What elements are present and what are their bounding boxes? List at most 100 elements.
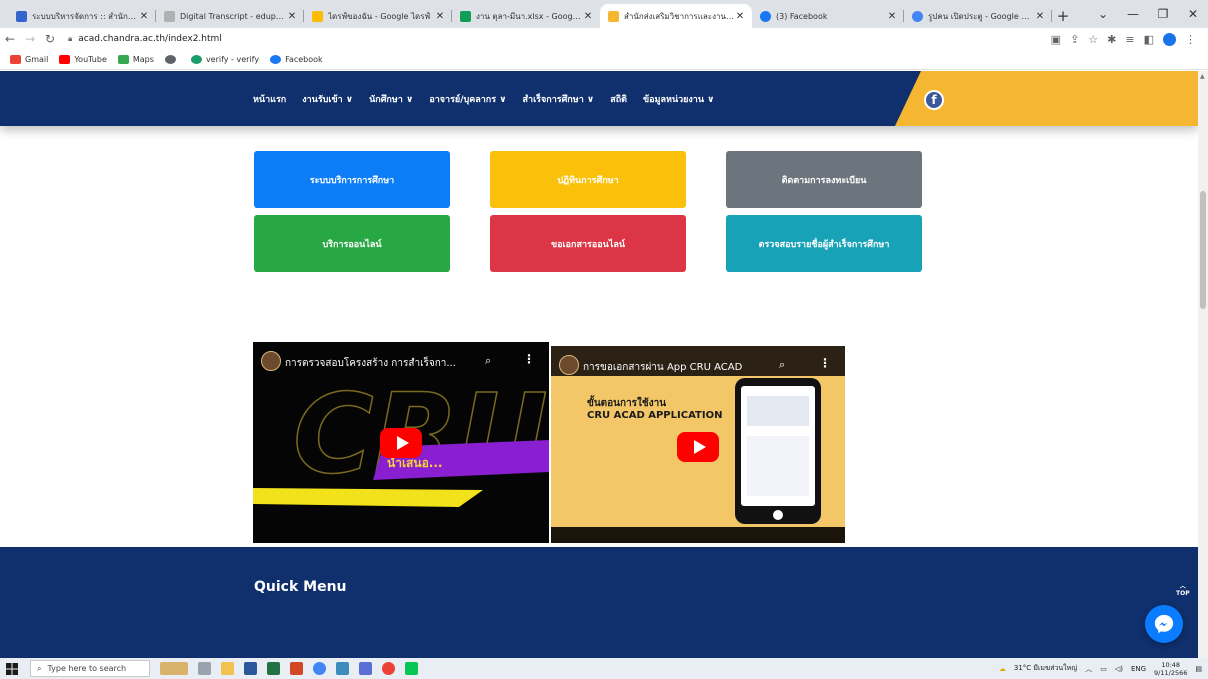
line-icon[interactable] bbox=[405, 662, 418, 675]
tab-favicon-icon bbox=[16, 10, 27, 22]
app-icon[interactable] bbox=[336, 662, 349, 675]
bookmark-verify[interactable]: verify - verify bbox=[190, 55, 259, 64]
online-document-request-button[interactable]: ขอเอกสารออนไลน์ bbox=[490, 215, 686, 272]
close-icon[interactable]: ✕ bbox=[582, 11, 594, 22]
word-icon[interactable] bbox=[244, 662, 257, 675]
education-service-button[interactable]: ระบบบริการการศึกษา bbox=[254, 151, 450, 208]
back-icon[interactable]: ← bbox=[0, 32, 20, 46]
menu-kebab-icon[interactable]: ⋮ bbox=[1185, 33, 1196, 46]
scrollbar-thumb[interactable] bbox=[1200, 191, 1206, 309]
maps-icon bbox=[117, 55, 129, 64]
volume-icon[interactable]: ◁) bbox=[1115, 665, 1123, 673]
more-options-icon[interactable]: ⋮ bbox=[819, 356, 831, 370]
extensions-puzzle-icon[interactable]: ✱ bbox=[1107, 33, 1116, 46]
video-player-structure[interactable]: CRU การตรวจสอบโครงสร้าง การสำเร็จกา... ⌕… bbox=[253, 342, 549, 543]
nav-students[interactable]: นักศึกษา ∨ bbox=[369, 92, 413, 106]
side-panel-icon[interactable]: ◧ bbox=[1144, 33, 1154, 46]
tab-bar: ระบบบริหารจัดการ :: สำนักส่งเสริมวิชาการ… bbox=[0, 0, 1208, 28]
clock[interactable]: 10:48 9/11/2566 bbox=[1154, 661, 1187, 677]
reading-list-icon[interactable]: ≡ bbox=[1125, 33, 1134, 46]
forward-icon[interactable]: → bbox=[20, 32, 40, 46]
windows-icon bbox=[6, 662, 18, 675]
url-field[interactable]: 🔒︎ acad.chandra.ac.th/index2.html bbox=[68, 34, 1051, 44]
close-window-icon[interactable]: ✕ bbox=[1178, 7, 1208, 21]
restore-icon[interactable]: ❐ bbox=[1148, 7, 1178, 21]
search-icon[interactable]: ⌕ bbox=[485, 354, 491, 368]
page-scrollbar[interactable]: ▲ bbox=[1198, 71, 1208, 658]
close-icon[interactable]: ✕ bbox=[734, 11, 746, 22]
reload-icon[interactable]: ↻ bbox=[40, 32, 60, 46]
google-icon bbox=[912, 10, 923, 22]
phone-screen bbox=[741, 386, 815, 506]
weather-text[interactable]: 31°C มีเมฆส่วนใหญ่ bbox=[1014, 663, 1077, 674]
powerpoint-icon[interactable] bbox=[290, 662, 303, 675]
network-icon[interactable]: ▭ bbox=[1100, 665, 1107, 673]
notification-icon[interactable]: ▤ bbox=[1195, 665, 1202, 673]
close-icon[interactable]: ✕ bbox=[286, 11, 298, 22]
browser-tab[interactable]: ไดรฟ์ของฉัน - Google ไดรฟ์ ✕ bbox=[304, 4, 452, 28]
search-highlight-icon[interactable] bbox=[160, 662, 188, 675]
chrome-icon[interactable] bbox=[382, 662, 395, 675]
excel-icon[interactable] bbox=[267, 662, 280, 675]
file-explorer-icon[interactable] bbox=[221, 662, 234, 675]
browser-tab-active[interactable]: สำนักส่งเสริมวิชาการและงานทะเบียน✕ bbox=[600, 4, 752, 28]
chevron-up-icon[interactable]: ︿ bbox=[1085, 664, 1092, 674]
nav-admission[interactable]: งานรับเข้า ∨ bbox=[302, 92, 353, 106]
youtube-icon bbox=[59, 55, 71, 64]
online-service-button[interactable]: บริการออนไลน์ bbox=[254, 215, 450, 272]
window-controls: ⌄ — ❐ ✕ bbox=[1088, 0, 1208, 28]
more-options-icon[interactable]: ⋮ bbox=[523, 352, 535, 366]
bookmark-gmail[interactable]: Gmail bbox=[10, 55, 48, 64]
facebook-icon bbox=[760, 10, 771, 22]
close-icon[interactable]: ✕ bbox=[1034, 11, 1046, 22]
browser-tab[interactable]: รูปคน เปิดประตู - Google Search✕ bbox=[904, 4, 1052, 28]
new-tab-button[interactable]: + bbox=[1052, 4, 1074, 28]
browser-tab[interactable]: ระบบบริหารจัดการ :: สำนักส่งเสริมวิชาการ… bbox=[8, 4, 156, 28]
bookmark-star-icon[interactable]: ☆ bbox=[1088, 33, 1098, 46]
close-icon[interactable]: ✕ bbox=[886, 11, 898, 22]
quick-menu-title: Quick Menu bbox=[254, 579, 347, 595]
taskbar-search-input[interactable]: ⌕ Type here to search bbox=[30, 660, 150, 677]
search-icon[interactable]: ⌕ bbox=[779, 358, 785, 372]
academic-calendar-button[interactable]: ปฏิทินการศึกษา bbox=[490, 151, 686, 208]
translate-icon[interactable]: ▣ bbox=[1051, 33, 1061, 46]
play-button[interactable] bbox=[380, 428, 422, 458]
close-icon[interactable]: ✕ bbox=[138, 11, 150, 22]
bookmark-globe[interactable] bbox=[164, 55, 180, 64]
video-title[interactable]: การขอเอกสารผ่าน App CRU ACAD bbox=[583, 360, 773, 375]
profile-avatar[interactable] bbox=[1163, 32, 1176, 46]
facebook-icon[interactable]: f bbox=[924, 90, 944, 110]
windows-taskbar: ⌕ Type here to search ☁ 31°C มีเมฆส่วนให… bbox=[0, 658, 1208, 679]
close-icon[interactable]: ✕ bbox=[434, 11, 446, 22]
nav-statistics[interactable]: สถิติ bbox=[610, 92, 627, 106]
scroll-up-icon[interactable]: ▲ bbox=[1200, 73, 1205, 80]
browser-tab[interactable]: (3) Facebook ✕ bbox=[752, 4, 904, 28]
messenger-chat-button[interactable] bbox=[1145, 605, 1183, 643]
browser-tab[interactable]: งาน ตุลา-มีนา.xlsx - Google ชีต ✕ bbox=[452, 4, 600, 28]
bookmark-facebook[interactable]: Facebook bbox=[270, 55, 323, 64]
browser-tab[interactable]: Digital Transcript - eduprompt✕ bbox=[156, 4, 304, 28]
bookmark-youtube[interactable]: YouTube bbox=[59, 55, 107, 64]
video-player-app[interactable]: การขอเอกสารผ่าน App CRU ACAD ⌕ ⋮ ขั้นตอน… bbox=[551, 346, 845, 543]
app-icon[interactable] bbox=[359, 662, 372, 675]
share-icon[interactable]: ⇪ bbox=[1070, 33, 1079, 46]
bookmark-maps[interactable]: Maps bbox=[117, 55, 154, 64]
nav-staff[interactable]: อาจารย์/บุคลากร ∨ bbox=[429, 92, 506, 106]
windows-start-button[interactable] bbox=[0, 662, 24, 675]
address-bar: ← → ↻ 🔒︎ acad.chandra.ac.th/index2.html … bbox=[0, 28, 1208, 50]
back-to-top-button[interactable]: ︿ TOP bbox=[1176, 583, 1190, 597]
registration-tracking-button[interactable]: ติดตามการลงทะเบียน bbox=[726, 151, 922, 208]
language-indicator[interactable]: ENG bbox=[1131, 665, 1146, 673]
minimize-icon[interactable]: — bbox=[1118, 7, 1148, 21]
nav-about[interactable]: ข้อมูลหน่วยงาน ∨ bbox=[643, 92, 714, 106]
task-view-icon[interactable] bbox=[198, 662, 211, 675]
play-button[interactable] bbox=[677, 432, 719, 462]
nav-home[interactable]: หน้าแรก bbox=[253, 92, 286, 106]
nav-graduation[interactable]: สำเร็จการศึกษา ∨ bbox=[523, 92, 595, 106]
graduate-list-check-button[interactable]: ตรวจสอบรายชื่อผู้สำเร็จการศึกษา bbox=[726, 215, 922, 272]
tab-search-icon[interactable]: ⌄ bbox=[1088, 7, 1118, 21]
video-title[interactable]: การตรวจสอบโครงสร้าง การสำเร็จกา... bbox=[285, 356, 475, 371]
chrome-icon[interactable] bbox=[313, 662, 326, 675]
weather-icon[interactable]: ☁ bbox=[999, 665, 1006, 673]
video-heading: ขั้นตอนการใช้งาน CRU ACAD APPLICATION bbox=[587, 398, 723, 421]
